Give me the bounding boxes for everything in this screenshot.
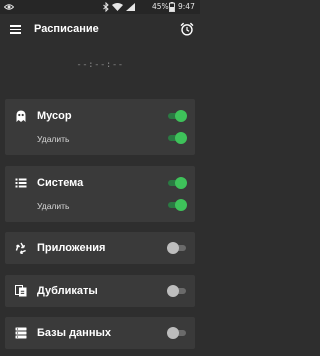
wifi-icon (112, 3, 123, 11)
card-databases: Базы данных (5, 317, 195, 349)
system-toggle[interactable] (167, 177, 187, 189)
system-delete-toggle[interactable] (167, 199, 187, 211)
alarm-clock-icon[interactable] (180, 22, 194, 36)
bluetooth-icon (103, 2, 109, 12)
countdown-timer: --:--:-- (76, 60, 124, 70)
list-icon (15, 178, 27, 188)
duplicates-toggle[interactable] (167, 285, 187, 297)
duplicates-title: Дубликаты (37, 285, 98, 297)
apps-title: Приложения (37, 242, 106, 254)
status-bar: 45% 9:47 (0, 0, 200, 14)
apps-toggle[interactable] (167, 242, 187, 254)
trash-delete-toggle[interactable] (167, 132, 187, 144)
trash-title: Мусор (37, 110, 72, 122)
ghost-icon (16, 110, 26, 122)
card-trash: Мусор Удалить (5, 99, 195, 155)
signal-icon (126, 3, 135, 11)
databases-title: Базы данных (37, 327, 111, 339)
card-apps: Приложения (5, 232, 195, 264)
status-time: 9:47 (178, 2, 195, 11)
recycle-icon (15, 242, 26, 254)
card-duplicates: Дубликаты (5, 275, 195, 307)
database-icon (15, 327, 27, 339)
eye-icon (4, 4, 14, 10)
duplicates-icon (15, 285, 27, 297)
databases-toggle[interactable] (167, 327, 187, 339)
battery-icon (169, 2, 175, 12)
battery-percent: 45% (152, 2, 169, 11)
app-bar: Расписание (0, 14, 200, 46)
page-title: Расписание (34, 23, 99, 35)
system-delete-label: Удалить (37, 201, 70, 211)
system-title: Система (37, 177, 84, 189)
trash-delete-label: Удалить (37, 134, 70, 144)
menu-icon[interactable] (10, 25, 21, 34)
card-system: Система Удалить (5, 166, 195, 222)
trash-toggle[interactable] (167, 110, 187, 122)
